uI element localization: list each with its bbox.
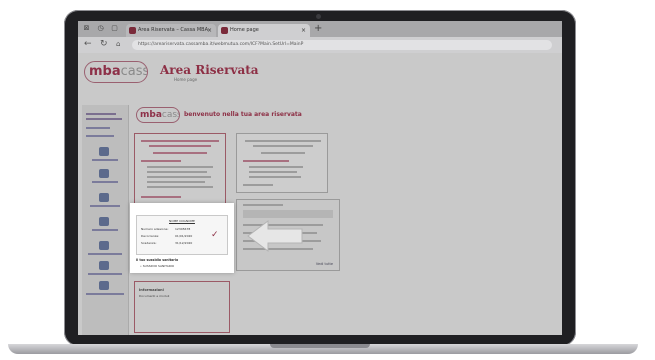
card-text-line: [149, 145, 211, 147]
close-icon[interactable]: ×: [301, 24, 306, 37]
refresh-icon[interactable]: ↻: [100, 39, 108, 49]
calendar-icon[interactable]: [99, 261, 109, 270]
subscription-card: NOME COGNOME Numero adesione: 12345678 De…: [130, 203, 234, 273]
sidebar-user-line: [86, 113, 116, 115]
card-text-line: [243, 184, 273, 186]
sidebar-item-label: [92, 229, 118, 231]
sidebar-item-label: [88, 253, 122, 255]
card-title: Informazioni: [139, 288, 164, 292]
card-text-line: [253, 145, 313, 147]
page-subtitle: Home page: [174, 77, 198, 82]
detail-label: Decorrenza:: [141, 234, 160, 238]
card-text-line: [249, 171, 297, 173]
home-icon[interactable]: [99, 147, 109, 156]
detail-row: Numero adesione: 12345678: [141, 227, 190, 231]
back-icon[interactable]: ←: [84, 39, 92, 49]
card-text-line: [261, 152, 305, 154]
logo-main-text: mba: [89, 64, 121, 79]
tab-label: Home page: [230, 27, 259, 33]
card-text-line: [147, 176, 211, 178]
detail-row: Scadenza: 31/12/2020: [141, 241, 192, 245]
info-card: [236, 133, 328, 193]
settings-icon[interactable]: [99, 241, 109, 250]
card-text-line: [147, 181, 205, 183]
see-all-link[interactable]: Vedi tutte: [316, 262, 333, 266]
tab-area-riservata[interactable]: Area Riservata – Cassa MBA ×: [126, 24, 216, 37]
help-icon[interactable]: [99, 281, 109, 290]
tab-label: Area Riservata – Cassa MBA: [138, 27, 209, 33]
sidebar-user-line: [86, 118, 122, 120]
close-icon[interactable]: ×: [207, 24, 212, 37]
sidebar: [82, 105, 129, 335]
mbacassa-logo[interactable]: mbacassa: [84, 61, 148, 83]
screen: ⊠ ◷ ▢ Area Riservata – Cassa MBA × Home …: [78, 21, 562, 335]
card-text-line: [249, 166, 303, 168]
history-icon[interactable]: ◷: [96, 24, 105, 33]
card-text-line: [141, 140, 219, 142]
detail-value: 12345678: [175, 227, 191, 231]
tab-home-page[interactable]: Home page ×: [218, 24, 310, 37]
address-bar-row: ← ↻ ⌂ https://areariservata.cassamba.it/…: [78, 37, 562, 53]
detail-value: 31/12/2020: [175, 241, 193, 245]
card-subtitle[interactable]: Documenti e moduli: [139, 294, 169, 298]
card-text-line: [249, 176, 301, 178]
logo-main-text: mba: [140, 110, 162, 120]
camera-icon: [316, 14, 321, 19]
member-name: NOME COGNOME: [169, 219, 195, 223]
detail-row: Decorrenza: 01/01/2020: [141, 234, 192, 238]
sidebar-item-label: [86, 293, 124, 295]
card-text-line: [141, 196, 181, 198]
site-favicon-icon: [221, 27, 228, 34]
pointer-arrow-icon: [247, 220, 303, 252]
card-text-line: [243, 160, 289, 162]
card-text-line: [147, 171, 207, 173]
site-favicon-icon: [129, 27, 136, 34]
welcome-heading: benvenuto nella tua area riservata: [184, 111, 302, 118]
window-close-icon[interactable]: ⊠: [82, 24, 91, 33]
web-page: mbacassa Area Riservata Home page mbacas…: [78, 53, 562, 335]
plan-question: Il tuo sussidio sanitario: [136, 258, 179, 262]
page-title: Area Riservata: [160, 63, 259, 77]
checkmark-icon: ✓: [211, 230, 219, 240]
folder-icon[interactable]: [99, 217, 109, 226]
card-text-line: [141, 160, 181, 162]
card-text-line: [245, 140, 321, 142]
url-field[interactable]: https://areariservata.cassamba.it/webmut…: [132, 40, 552, 50]
sidebar-item[interactable]: [86, 127, 110, 129]
new-tab-button[interactable]: +: [314, 23, 322, 34]
sidebar-item-label: [92, 159, 118, 161]
sidebar-item[interactable]: [86, 135, 114, 137]
browser-tab-bar: ⊠ ◷ ▢ Area Riservata – Cassa MBA × Home …: [78, 21, 562, 37]
user-icon[interactable]: [99, 193, 109, 202]
sidebar-item-label: [90, 205, 120, 207]
card-text-line: [243, 204, 283, 206]
lock-icon: ⌂: [116, 40, 121, 48]
detail-label: Numero adesione:: [141, 227, 169, 231]
card-text-line: [147, 186, 213, 188]
info-card-bottom: Informazioni Documenti e moduli: [134, 281, 230, 333]
logo-suffix-text: cassa: [120, 64, 147, 79]
detail-label: Scadenza:: [141, 241, 157, 245]
card-text-line: [153, 152, 207, 154]
tab-list-icon[interactable]: ▢: [110, 24, 119, 33]
sidebar-item-label: [92, 181, 118, 183]
laptop-notch: [270, 344, 370, 348]
card-header: [243, 210, 333, 218]
content-logo: mbacassa: [136, 107, 180, 123]
detail-value: 01/01/2020: [175, 234, 193, 238]
document-icon[interactable]: [99, 169, 109, 178]
logo-suffix-text: cassa: [161, 110, 179, 120]
subscription-details: NOME COGNOME Numero adesione: 12345678 De…: [136, 215, 228, 255]
plan-link[interactable]: • SUSSIDIO SANITARIO: [140, 264, 174, 268]
sidebar-item-label: [88, 273, 122, 275]
info-card: [134, 133, 226, 205]
card-text-line: [147, 166, 213, 168]
